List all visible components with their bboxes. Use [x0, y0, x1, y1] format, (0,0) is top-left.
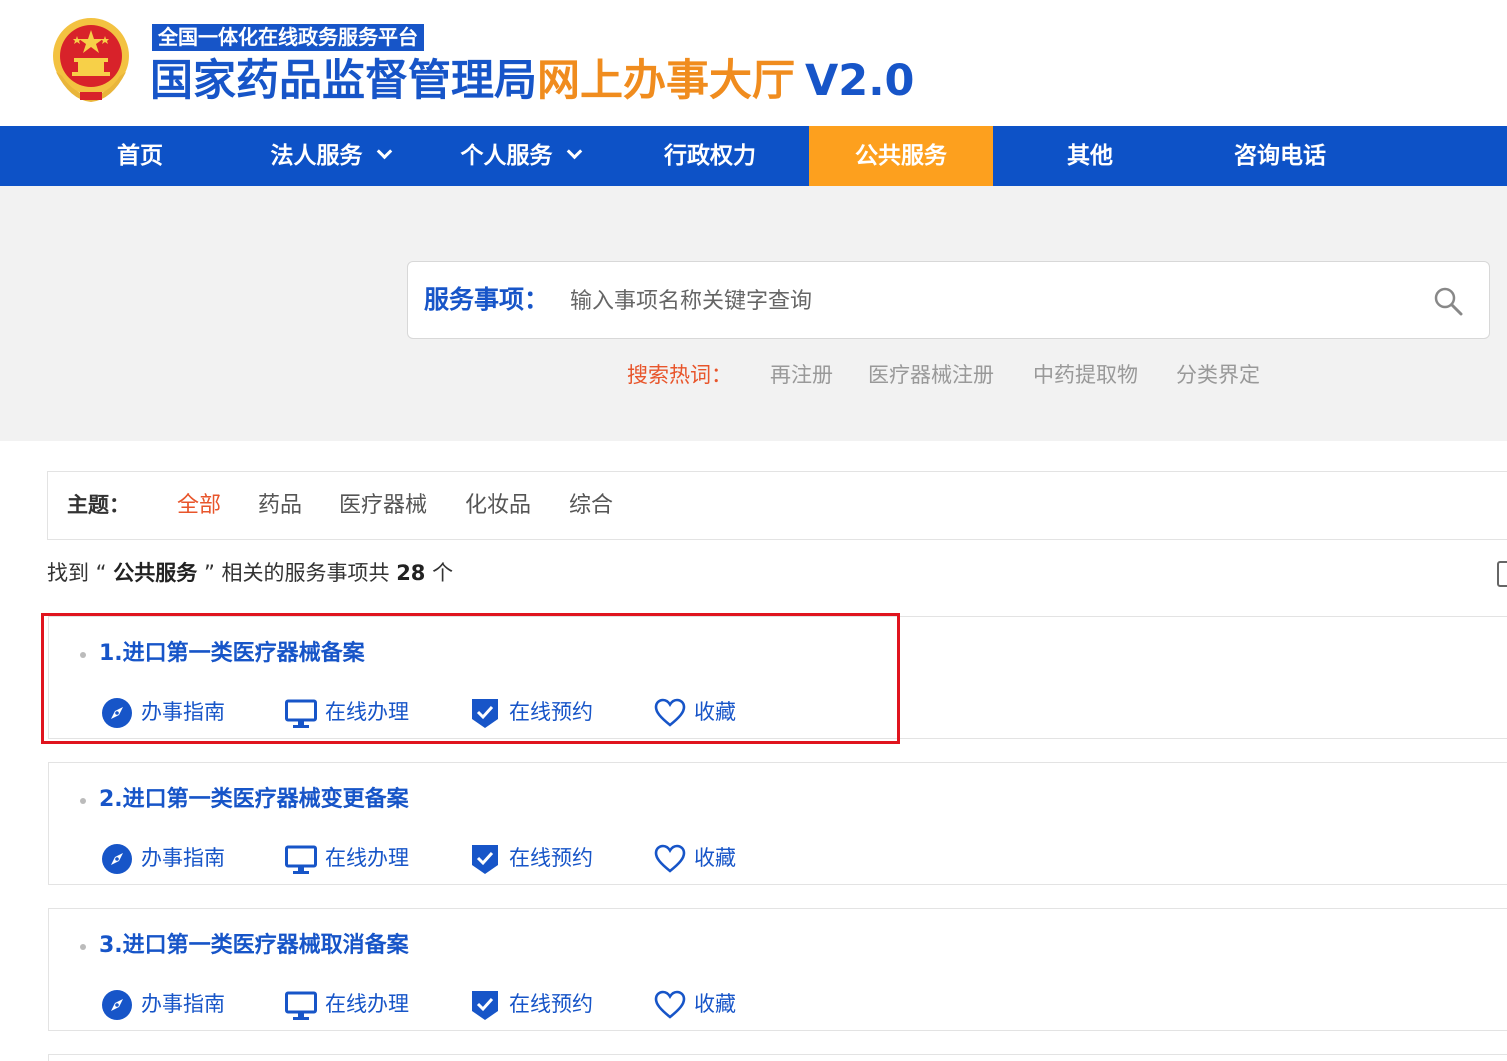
compass-icon	[102, 844, 132, 874]
nav-item-hotline[interactable]: 咨询电话	[1185, 126, 1375, 186]
site-header: 全国一体化在线政务服务平台 国家药品监督管理局网上办事大厅 V2.0	[0, 0, 1507, 126]
hot-word[interactable]: 分类界定	[1176, 360, 1260, 390]
result-suffix: 个	[432, 561, 454, 585]
service-item: 3.进口第一类医疗器械取消备案 办事指南 在线办理 在线预约 收藏	[48, 908, 1507, 1031]
checked-shield-icon	[472, 991, 498, 1020]
heart-icon	[654, 990, 686, 1019]
nav-item-admin-power[interactable]: 行政权力	[615, 126, 805, 186]
highlight-box	[41, 613, 900, 744]
search-icon[interactable]	[1433, 286, 1463, 316]
compass-icon	[102, 990, 132, 1020]
topic-all[interactable]: 全部	[177, 472, 221, 539]
site-title[interactable]: 国家药品监督管理局网上办事大厅 V2.0	[150, 54, 914, 108]
nav-item-legal-person[interactable]: 法人服务	[235, 126, 425, 186]
checked-shield-icon	[472, 845, 498, 874]
result-count: 28	[396, 561, 426, 585]
result-keyword: 公共服务	[113, 561, 198, 585]
nav-item-label: 其他	[1067, 143, 1113, 169]
topic-drug[interactable]: 药品	[258, 472, 302, 539]
bullet-icon	[80, 944, 86, 950]
favorite-label: 收藏	[694, 992, 736, 1016]
nav-item-home[interactable]: 首页	[45, 126, 235, 186]
nav-item-label: 行政权力	[664, 143, 756, 169]
guide-label: 办事指南	[141, 992, 225, 1016]
nav-item-label: 首页	[117, 143, 163, 169]
search-label: 服务事项：	[424, 285, 550, 314]
site-title-version: V2.0	[805, 56, 915, 106]
service-item	[48, 1054, 1507, 1061]
favorite-label: 收藏	[694, 846, 736, 870]
nav-item-label: 法人服务	[270, 143, 363, 169]
result-prefix: 找到 “	[47, 561, 107, 585]
appointment-label: 在线预约	[509, 992, 593, 1016]
search-box: 服务事项：	[407, 261, 1490, 339]
online-handle-label: 在线办理	[325, 992, 409, 1016]
platform-tag: 全国一体化在线政务服务平台	[152, 24, 424, 51]
main-nav: 首页 法人服务 个人服务 行政权力 公共服务 其他 咨询电话	[0, 126, 1507, 186]
result-summary: 找到 “ 公共服务 ” 相关的服务事项共 28 个	[47, 556, 453, 590]
result-middle: ” 相关的服务事项共	[203, 561, 390, 585]
chevron-down-icon	[566, 143, 582, 160]
nav-item-personal[interactable]: 个人服务	[425, 126, 615, 186]
topic-general[interactable]: 综合	[569, 472, 613, 539]
hot-words-label: 搜索热词：	[627, 363, 732, 387]
bullet-icon	[80, 798, 86, 804]
topic-cosmetics[interactable]: 化妆品	[465, 472, 531, 539]
site-title-sub: 网上办事大厅	[537, 56, 795, 106]
monitor-icon	[285, 991, 317, 1020]
nav-item-other[interactable]: 其他	[995, 126, 1185, 186]
site-title-main: 国家药品监督管理局	[150, 56, 537, 106]
hot-word[interactable]: 再注册	[770, 360, 833, 390]
nav-item-label: 个人服务	[460, 143, 553, 169]
search-section: 服务事项： 搜索热词： 再注册 医疗器械注册 中药提取物 分类界定	[0, 186, 1507, 441]
hot-word[interactable]: 中药提取物	[1033, 360, 1138, 390]
guide-label: 办事指南	[141, 846, 225, 870]
topic-label: 主题：	[67, 493, 130, 517]
view-toggle-icon[interactable]	[1497, 561, 1507, 587]
chevron-down-icon	[376, 143, 392, 160]
service-item: 2.进口第一类医疗器械变更备案 办事指南 在线办理 在线预约 收藏	[48, 762, 1507, 885]
heart-icon	[654, 844, 686, 873]
service-title[interactable]: 3.进口第一类医疗器械取消备案	[99, 929, 409, 963]
topic-medical-device[interactable]: 医疗器械	[339, 472, 427, 539]
nav-item-label: 咨询电话	[1234, 143, 1326, 169]
nav-item-label: 公共服务	[855, 143, 947, 169]
service-title[interactable]: 2.进口第一类医疗器械变更备案	[99, 783, 409, 817]
topic-filter: 主题： 全部 药品 医疗器械 化妆品 综合	[47, 471, 1507, 540]
national-emblem-icon[interactable]	[50, 12, 132, 104]
search-input[interactable]	[570, 280, 1390, 322]
nav-item-public-service[interactable]: 公共服务	[809, 126, 993, 186]
monitor-icon	[285, 845, 317, 874]
appointment-label: 在线预约	[509, 846, 593, 870]
online-handle-label: 在线办理	[325, 846, 409, 870]
hot-word[interactable]: 医疗器械注册	[868, 360, 994, 390]
